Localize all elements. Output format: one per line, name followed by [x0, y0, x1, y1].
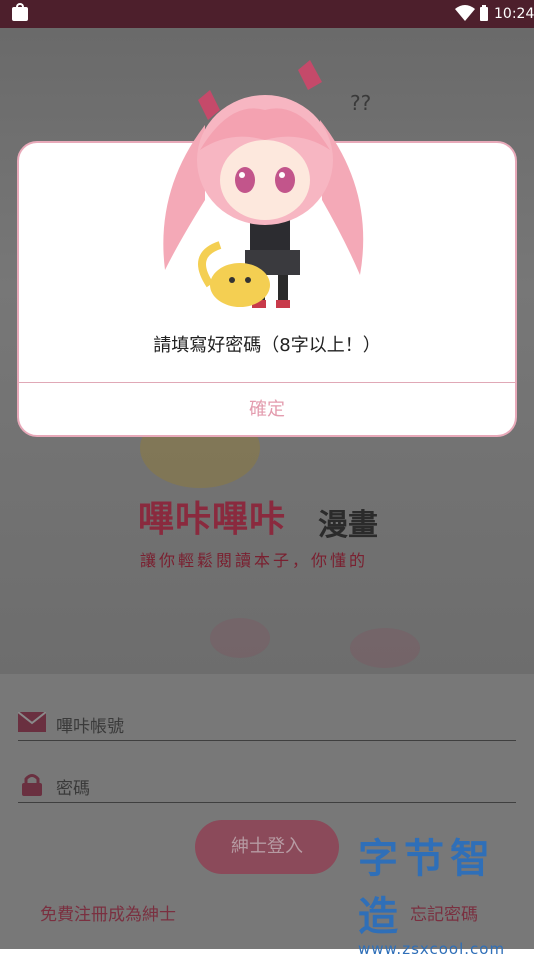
mascot-illustration: ?? [163, 60, 371, 308]
svg-text:??: ?? [350, 91, 371, 115]
account-placeholder: 嗶咔帳號 [56, 717, 124, 737]
dialog-message: 請填寫好密碼（8字以上！） [153, 335, 381, 356]
app-logo-title: 嗶咔嗶咔 [138, 499, 287, 540]
confirm-button[interactable]: 確定 [19, 383, 515, 437]
password-field[interactable]: 密碼 [18, 766, 516, 803]
account-field[interactable]: 嗶咔帳號 [18, 704, 516, 741]
bag-icon [12, 3, 28, 21]
wifi-icon [455, 5, 475, 21]
lock-icon [22, 774, 42, 796]
app-logo-subtitle: 漫畫 [318, 508, 378, 543]
password-placeholder: 密碼 [56, 779, 90, 799]
app-tagline: 讓你輕鬆閱讀本子，你懂的 [140, 551, 369, 570]
watermark-title: 字节智造 [358, 836, 496, 940]
background-decoration [350, 628, 420, 668]
battery-icon [480, 5, 488, 21]
mail-icon [18, 712, 46, 732]
login-button[interactable]: 紳士登入 [195, 820, 339, 874]
status-bar: 10:24 [0, 0, 534, 28]
watermark-url: www.zsxcool.com [358, 940, 506, 958]
status-time: 10:24 [494, 6, 534, 22]
watermark: 字节智造 www.zsxcool.com [358, 826, 534, 958]
register-link[interactable]: 免費注冊成為紳士 [40, 900, 176, 925]
background-decoration [210, 618, 270, 658]
